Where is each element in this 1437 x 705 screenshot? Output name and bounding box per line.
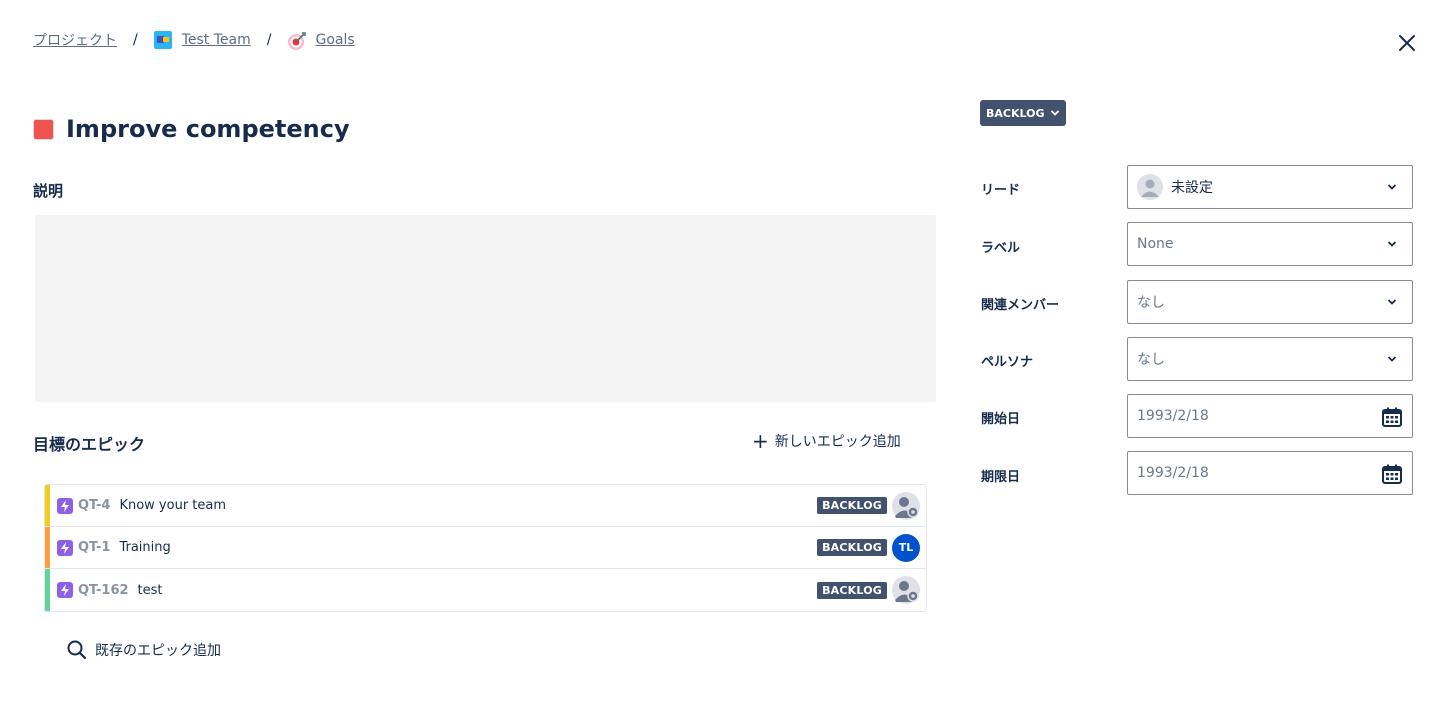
- due-date-input[interactable]: 1993/2/18: [1127, 451, 1413, 495]
- target-icon: [287, 31, 307, 50]
- team-icon: [153, 31, 172, 49]
- user-avatar-icon: [1137, 174, 1163, 200]
- calendar-icon[interactable]: [1381, 406, 1403, 428]
- epic-lightning-icon: [57, 582, 73, 598]
- goal-color-chip[interactable]: [33, 118, 54, 140]
- chevron-down-icon: [1387, 184, 1397, 190]
- label-select[interactable]: None: [1127, 222, 1413, 266]
- unassigned-avatar-icon[interactable]: [892, 491, 920, 520]
- breadcrumb-project-link[interactable]: プロジェクト: [33, 30, 117, 50]
- close-button[interactable]: [1396, 32, 1418, 54]
- status-badge: BACKLOG: [817, 497, 887, 514]
- chevron-down-icon: [1387, 356, 1397, 362]
- unassigned-avatar-icon[interactable]: [892, 576, 920, 604]
- epic-row[interactable]: QT-4 Know your team BACKLOG: [45, 485, 926, 527]
- breadcrumb-goals-link[interactable]: Goals: [315, 32, 354, 48]
- chevron-down-icon: [1050, 110, 1059, 116]
- epic-key[interactable]: QT-4: [78, 498, 110, 513]
- persona-select[interactable]: なし: [1127, 337, 1413, 381]
- status-label: BACKLOG: [986, 106, 1045, 120]
- due-date-label: 期限日: [981, 470, 1021, 485]
- epic-color-bar: [45, 527, 50, 568]
- calendar-icon[interactable]: [1381, 463, 1403, 485]
- description-label: 説明: [33, 182, 64, 200]
- epic-name[interactable]: Know your team: [119, 498, 226, 513]
- breadcrumb-separator: /: [133, 32, 138, 48]
- epic-key[interactable]: QT-162: [78, 583, 129, 598]
- members-select[interactable]: なし: [1127, 280, 1413, 324]
- epic-list: QT-4 Know your team BACKLOG QT-1 Trainin…: [44, 484, 927, 612]
- status-badge: BACKLOG: [817, 539, 887, 556]
- close-icon: [1399, 35, 1415, 51]
- description-editor[interactable]: [35, 215, 936, 402]
- page-title[interactable]: Improve competency: [66, 115, 350, 143]
- due-date-value: 1993/2/18: [1137, 465, 1209, 481]
- assignee-avatar[interactable]: TL: [892, 533, 920, 562]
- epic-color-bar: [45, 569, 50, 611]
- start-date-input[interactable]: 1993/2/18: [1127, 394, 1413, 438]
- breadcrumb: プロジェクト / Test Team / Goals: [33, 30, 355, 50]
- start-date-value: 1993/2/18: [1137, 408, 1209, 424]
- epic-key[interactable]: QT-1: [78, 540, 110, 555]
- chevron-down-icon: [1387, 299, 1397, 305]
- goal-header: Improve competency: [33, 115, 350, 143]
- breadcrumb-separator: /: [266, 32, 272, 48]
- epic-name[interactable]: test: [138, 583, 163, 598]
- add-new-epic-button[interactable]: + 新しいエピック追加: [752, 431, 901, 451]
- epic-color-bar: [45, 485, 50, 526]
- persona-value: なし: [1137, 352, 1165, 368]
- epic-lightning-icon: [57, 539, 73, 556]
- start-date-label: 開始日: [981, 412, 1021, 427]
- breadcrumb-team-link[interactable]: Test Team: [182, 32, 251, 48]
- lead-select[interactable]: 未設定: [1127, 165, 1413, 209]
- search-icon: [67, 640, 87, 660]
- add-existing-epic-button[interactable]: 既存のエピック追加: [67, 640, 221, 660]
- epic-row[interactable]: QT-162 test BACKLOG: [45, 569, 926, 611]
- epic-name[interactable]: Training: [119, 540, 170, 555]
- label-value: None: [1137, 236, 1174, 252]
- chevron-down-icon: [1387, 241, 1397, 247]
- lead-value: 未設定: [1171, 180, 1213, 196]
- epics-section-label: 目標のエピック: [33, 435, 146, 454]
- status-dropdown[interactable]: BACKLOG: [980, 100, 1066, 126]
- members-label: 関連メンバー: [981, 298, 1060, 313]
- plus-icon: +: [752, 429, 769, 453]
- add-new-epic-label: 新しいエピック追加: [774, 434, 901, 450]
- lead-label: リード: [981, 183, 1021, 198]
- members-value: なし: [1137, 295, 1165, 311]
- epic-row[interactable]: QT-1 Training BACKLOG TL: [45, 527, 926, 569]
- status-badge: BACKLOG: [817, 581, 887, 599]
- epic-lightning-icon: [57, 497, 73, 514]
- label-label: ラベル: [981, 241, 1021, 256]
- add-existing-epic-label: 既存のエピック追加: [95, 643, 221, 659]
- persona-label: ペルソナ: [981, 355, 1034, 370]
